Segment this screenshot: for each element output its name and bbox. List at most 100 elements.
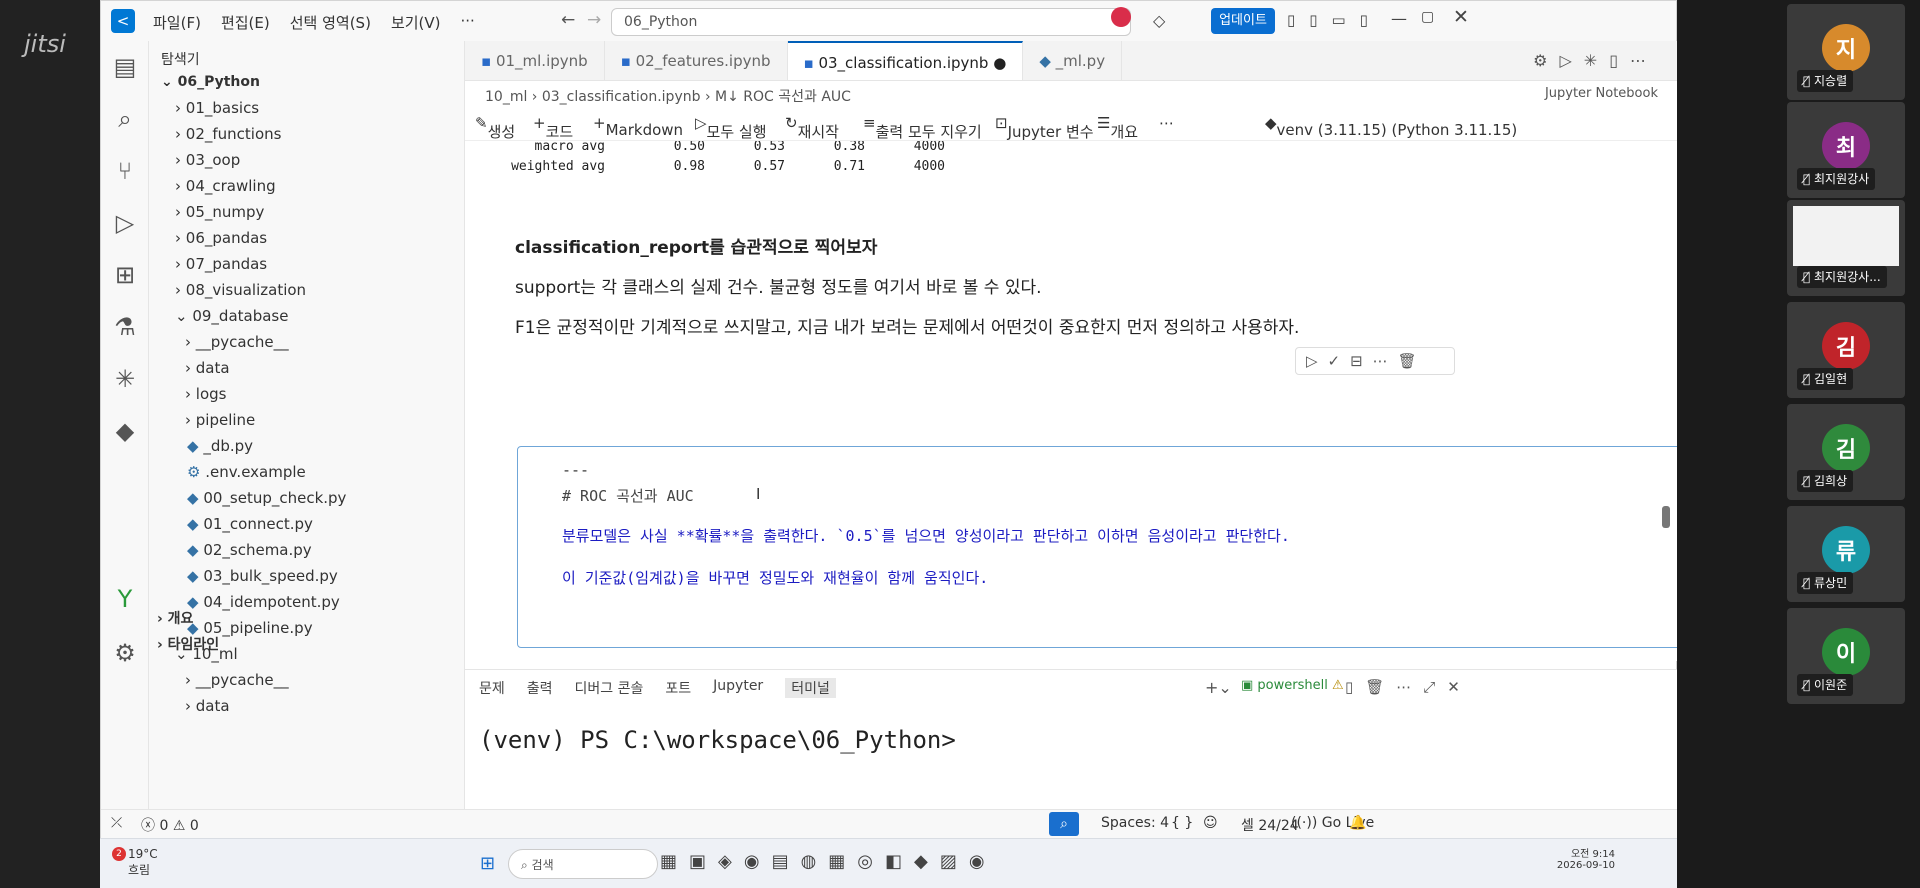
editor-actions-icons[interactable]: ⚙▷✳▯⋯ [1533, 51, 1658, 70]
clear-outputs-button[interactable]: ≡ 출력 모두 지우기 [863, 114, 982, 141]
close-icon[interactable]: ✕ [1453, 6, 1469, 28]
manage-gear-icon[interactable]: ⚙ [101, 627, 149, 679]
folder-item[interactable]: › 06_pandas [175, 225, 267, 251]
panel-actions-icons[interactable]: ▯🗑⋯⤢✕ [1345, 678, 1472, 696]
clock[interactable]: 오전 9:14 2026-09-10 [1535, 845, 1615, 871]
testing-icon[interactable]: ⚗ [101, 301, 149, 353]
panel-tab[interactable]: 터미널 [785, 678, 836, 698]
markdown-cell-editor[interactable]: --- # ROC 곡선과 AUC I 분류모델은 사실 **확률**을 출력한… [517, 446, 1678, 648]
tab-02-features[interactable]: ▪ 02_features.ipynb [605, 41, 788, 80]
subfolder-item[interactable]: › __pycache__ [185, 329, 289, 355]
breadcrumb-folder[interactable]: 10_ml [485, 89, 527, 105]
folder-item[interactable]: › 04_crawling [175, 173, 276, 199]
folder-item[interactable]: › 05_numpy [175, 199, 264, 225]
tab-01-ml[interactable]: ▪ 01_ml.ipynb [465, 41, 605, 80]
menu-more[interactable]: ··· [461, 12, 475, 33]
tab-ml-py[interactable]: ◆ _ml.py [1023, 41, 1123, 80]
remote-icon[interactable]: ⤫ [111, 815, 122, 831]
tab-03-classification[interactable]: ▪ 03_classification.ipynb ● [787, 41, 1024, 80]
subfolder-item[interactable]: › logs [185, 381, 226, 407]
feedback-icon[interactable]: ☺ [1203, 815, 1218, 831]
editor-scrollbar[interactable] [1662, 506, 1670, 528]
participant-tile[interactable]: 김 🎙̸ 김일현 [1787, 302, 1905, 398]
update-button[interactable]: 업데이트 [1211, 8, 1275, 34]
participant-tile[interactable]: 🎙̸ 최지원강사... [1787, 200, 1905, 296]
menu-file[interactable]: 파일(F) [153, 12, 201, 33]
subfolder-item[interactable]: › __pycache__ [185, 667, 289, 693]
command-center-search[interactable]: 06_Python [611, 8, 1131, 36]
panel-tab[interactable]: 포트 [665, 678, 691, 698]
minimize-icon[interactable]: — [1391, 9, 1407, 28]
panel-tab[interactable]: 문제 [479, 678, 505, 698]
outline-button[interactable]: ☰ 개요 [1097, 114, 1138, 141]
breadcrumb-file[interactable]: 03_classification.ipynb [542, 89, 701, 105]
restart-button[interactable]: ↻ 재시작 [785, 114, 839, 141]
menu-edit[interactable]: 편집(E) [221, 12, 270, 33]
file-item[interactable]: ◆ 04_idempotent.py [187, 589, 340, 615]
file-item[interactable]: ◆ 03_bulk_speed.py [187, 563, 338, 589]
subfolder-item[interactable]: › data [185, 693, 230, 719]
source-control-icon[interactable]: ⑂ [101, 145, 149, 197]
forward-arrow-icon[interactable]: → [587, 10, 601, 30]
root-folder[interactable]: ⌄ 06_Python [161, 69, 260, 95]
record-icon[interactable] [1111, 7, 1131, 27]
file-item[interactable]: ◆ 00_setup_check.py [187, 485, 346, 511]
layout-toggle-icons[interactable]: ▯▯▭▯ [1287, 11, 1382, 29]
variables-button[interactable]: ⊡ Jupyter 변수 [995, 114, 1094, 141]
folder-item[interactable]: › 07_pandas [175, 251, 267, 277]
python-icon[interactable]: ◆ [101, 405, 149, 457]
taskbar-search[interactable]: ⌕ 검색 [508, 849, 658, 879]
add-markdown-button[interactable]: + Markdown [593, 114, 683, 139]
breadcrumb-section[interactable]: ROC 곡선과 AUC [743, 89, 851, 105]
file-item[interactable]: ◆ 02_schema.py [187, 537, 312, 563]
subfolder-item[interactable]: › data [185, 355, 230, 381]
kernel-selector[interactable]: ◆ venv (3.11.15) (Python 3.11.15) [1265, 114, 1517, 139]
file-item[interactable]: ◆ 01_connect.py [187, 511, 313, 537]
explorer-icon[interactable]: ▤ [101, 41, 149, 93]
participant-tile[interactable]: 최 🎙̸ 최지원강사 [1787, 102, 1905, 198]
participant-tile[interactable]: 이 🎙̸ 이원준 [1787, 608, 1905, 704]
folder-item[interactable]: › 08_visualization [175, 277, 306, 303]
generate-button[interactable]: ✎ 생성 [475, 114, 515, 141]
file-item[interactable]: ⚙ .env.example [187, 459, 306, 485]
terminal-prompt[interactable]: (venv) PS C:\workspace\06_Python> [479, 726, 956, 754]
outline-section[interactable]: › 개요 [157, 606, 193, 632]
folder-item[interactable]: › 02_functions [175, 121, 281, 147]
participant-tile[interactable]: 류 🎙̸ 류상민 [1787, 506, 1905, 602]
menu-bar[interactable]: 파일(F) 편집(E) 선택 영역(S) 보기(V) ··· [153, 12, 495, 33]
file-item[interactable]: ◆ _db.py [187, 433, 253, 459]
terminal-shell[interactable]: ▣ powershell ⚠ [1241, 678, 1344, 693]
language-status[interactable]: { } [1171, 815, 1193, 831]
run-all-button[interactable]: ▷ 모두 실행 [695, 114, 767, 141]
panel-tab[interactable]: Jupyter [713, 678, 763, 698]
new-terminal-icon[interactable]: +⌄ [1205, 678, 1232, 697]
account-icon[interactable]: Y [101, 573, 149, 625]
folder-item[interactable]: › 03_oop [175, 147, 240, 173]
menu-selection[interactable]: 선택 영역(S) [290, 12, 371, 33]
more-actions-icon[interactable]: ⋯ [1159, 114, 1174, 132]
folder-item[interactable]: ⌄ 09_database [175, 303, 288, 329]
unsaved-dot-icon[interactable]: ● [988, 54, 1006, 72]
restore-icon[interactable]: ▢ [1421, 9, 1434, 25]
panel-tab[interactable]: 출력 [527, 678, 553, 698]
participant-tile[interactable]: 지 🎙̸ 지승렬 [1787, 4, 1905, 100]
add-code-button[interactable]: + 코드 [533, 114, 573, 141]
search-icon[interactable]: ⌕ [101, 93, 149, 145]
problems-indicator[interactable]: ⓧ 0 ⚠ 0 [141, 815, 199, 835]
indentation-status[interactable]: Spaces: 4 [1101, 815, 1169, 831]
run-debug-icon[interactable]: ▷ [101, 197, 149, 249]
folder-item[interactable]: › 01_basics [175, 95, 259, 121]
menu-view[interactable]: 보기(V) [391, 12, 441, 33]
subfolder-item[interactable]: › pipeline [185, 407, 255, 433]
panel-tab[interactable]: 디버그 콘솔 [575, 678, 644, 698]
back-arrow-icon[interactable]: ← [561, 10, 575, 30]
weather-widget[interactable]: 2 19°C 흐림 [112, 847, 158, 878]
copilot-icon[interactable]: ◇ [1153, 11, 1165, 30]
participant-tile[interactable]: 김 🎙̸ 김희상 [1787, 404, 1905, 500]
windows-start-icon[interactable]: ⊞ [480, 853, 495, 874]
taskbar-app-icons[interactable]: ▦▣◈◉▤◍▦◎◧◆▨◉ [660, 851, 997, 872]
zoom-icon[interactable]: ⌕ [1049, 812, 1079, 836]
cell-toolbar[interactable]: ▷✓⊟⋯🗑 [1295, 347, 1455, 375]
notifications-bell-icon[interactable]: 🔔 [1349, 815, 1366, 831]
timeline-section[interactable]: › 타임라인 [157, 632, 219, 658]
